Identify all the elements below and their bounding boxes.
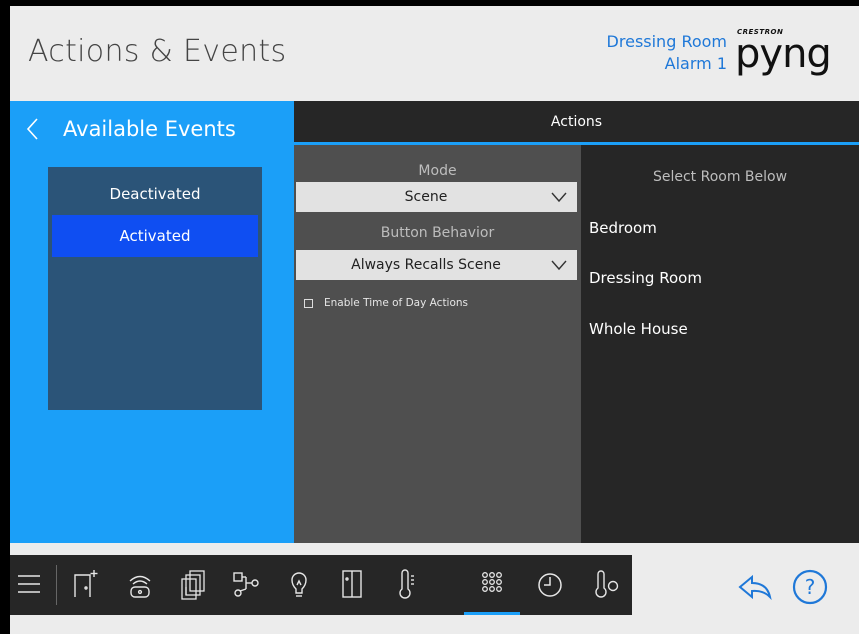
room-add-icon[interactable] [68, 567, 102, 601]
network-icon[interactable] [228, 567, 262, 601]
device-name: Alarm 1 [664, 54, 727, 73]
header: Actions & Events Dressing Room Alarm 1 C… [10, 6, 859, 101]
events-title: Available Events [63, 117, 236, 141]
room-select-panel: Select Room Below Bedroom Dressing Room … [581, 145, 859, 543]
button-behavior-label: Button Behavior [380, 225, 495, 241]
keypad-icon[interactable] [475, 567, 509, 601]
button-behavior-value: Always Recalls Scene [351, 257, 501, 273]
events-title-row: Available Events [10, 111, 294, 147]
lightbulb-icon[interactable] [282, 567, 316, 601]
time-of-day-checkbox[interactable] [304, 298, 313, 308]
active-tab-indicator [464, 612, 520, 615]
actions-header: Actions [294, 101, 859, 145]
room-item-dressing-room[interactable]: Dressing Room [589, 269, 702, 287]
room-item-bedroom[interactable]: Bedroom [589, 219, 657, 237]
mode-value: Scene [404, 189, 448, 205]
page-title: Actions & Events [28, 34, 287, 69]
time-of-day-label: Enable Time of Day Actions [324, 297, 469, 309]
button-behavior-dropdown[interactable]: Always Recalls Scene [296, 250, 577, 280]
chevron-down-icon [551, 260, 567, 271]
room-name: Dressing Room [606, 32, 727, 51]
back-chevron-icon[interactable] [22, 115, 44, 143]
menu-icon[interactable] [14, 567, 48, 601]
shades-icon[interactable] [176, 567, 210, 601]
logo-brand-big: pyng [735, 31, 832, 77]
events-panel: Available Events Deactivated Activated [10, 101, 294, 543]
thermometer-icon[interactable] [390, 567, 424, 601]
nav-divider [56, 565, 57, 605]
clock-icon[interactable] [533, 567, 567, 601]
door-icon[interactable] [335, 567, 369, 601]
app-window: Actions & Events Dressing Room Alarm 1 C… [10, 6, 859, 634]
nav-icon-strip [10, 555, 632, 615]
room-item-whole-house[interactable]: Whole House [589, 320, 688, 338]
remote-icon[interactable] [123, 567, 157, 601]
actions-settings-panel: Mode Scene Button Behavior Always Recall… [294, 145, 581, 543]
time-of-day-toggle[interactable]: Enable Time of Day Actions [304, 295, 468, 311]
thermostat-icon[interactable] [590, 567, 624, 601]
event-item-deactivated[interactable]: Deactivated [52, 173, 258, 215]
event-item-activated[interactable]: Activated [52, 215, 258, 257]
mode-dropdown[interactable]: Scene [296, 182, 577, 212]
events-list: Deactivated Activated [48, 167, 262, 410]
bottom-bar: ? [10, 543, 859, 634]
crestron-pyng-logo: CRESTRON pyng [733, 28, 845, 78]
select-room-label: Select Room Below [652, 169, 788, 185]
svg-text:?: ? [805, 575, 816, 599]
room-info: Dressing Room Alarm 1 [607, 31, 727, 75]
help-icon[interactable]: ? [792, 569, 828, 605]
reply-arrow-icon[interactable] [737, 572, 773, 602]
actions-title: Actions [550, 114, 603, 130]
chevron-down-icon [551, 192, 567, 203]
mode-label: Mode [418, 163, 457, 179]
